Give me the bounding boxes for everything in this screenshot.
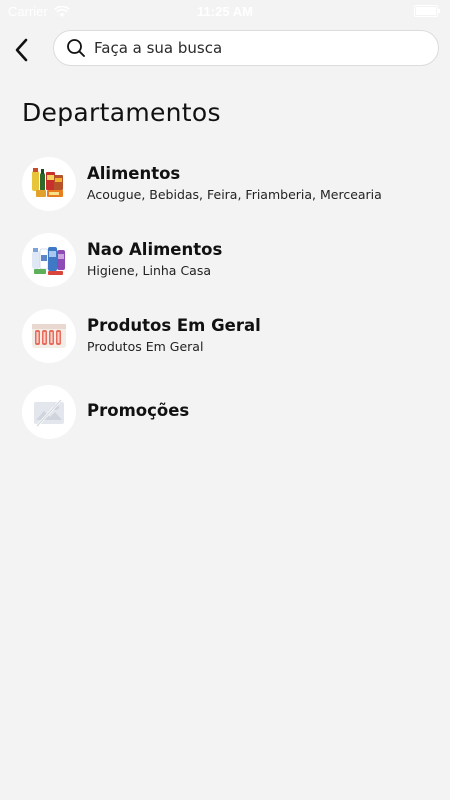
department-item-nao-alimentos[interactable]: Nao Alimentos Higiene, Linha Casa: [0, 232, 450, 308]
department-text: Promoções: [87, 401, 189, 421]
department-name: Produtos Em Geral: [87, 316, 261, 335]
department-item-alimentos[interactable]: Alimentos Acougue, Bebidas, Feira, Friam…: [0, 156, 450, 232]
department-name: Nao Alimentos: [87, 240, 223, 259]
department-name: Promoções: [87, 401, 190, 420]
back-button[interactable]: [8, 34, 36, 66]
department-text: Nao Alimentos Higiene, Linha Casa: [87, 240, 222, 279]
department-text: Produtos Em Geral Produtos Em Geral: [87, 316, 261, 355]
battery-icon: [414, 5, 440, 17]
header: [0, 30, 450, 70]
department-item-promocoes[interactable]: Promoções: [0, 384, 450, 460]
search-box[interactable]: [53, 30, 439, 66]
department-subtitle: Acougue, Bebidas, Feira, Friamberia, Mer…: [87, 187, 382, 202]
status-bar: Carrier 11:25 AM: [0, 0, 450, 22]
department-subtitle: Higiene, Linha Casa: [87, 263, 212, 278]
search-input[interactable]: [94, 39, 414, 57]
department-item-produtos-em-geral[interactable]: Produtos Em Geral Produtos Em Geral: [0, 308, 450, 384]
department-subtitle: Produtos Em Geral: [87, 339, 204, 354]
search-icon: [66, 38, 86, 58]
department-list: Alimentos Acougue, Bebidas, Feira, Friam…: [0, 156, 450, 460]
page-title: Departamentos: [22, 98, 221, 127]
department-text: Alimentos Acougue, Bebidas, Feira, Friam…: [87, 164, 382, 203]
department-name: Alimentos: [87, 164, 181, 183]
paper-towel-pack-icon: [22, 309, 76, 363]
chevron-left-icon: [15, 38, 28, 62]
status-time: 11:25 AM: [197, 4, 253, 19]
hygiene-products-icon: [22, 233, 76, 287]
grocery-products-icon: [22, 157, 76, 211]
image-placeholder-icon: [22, 385, 76, 439]
